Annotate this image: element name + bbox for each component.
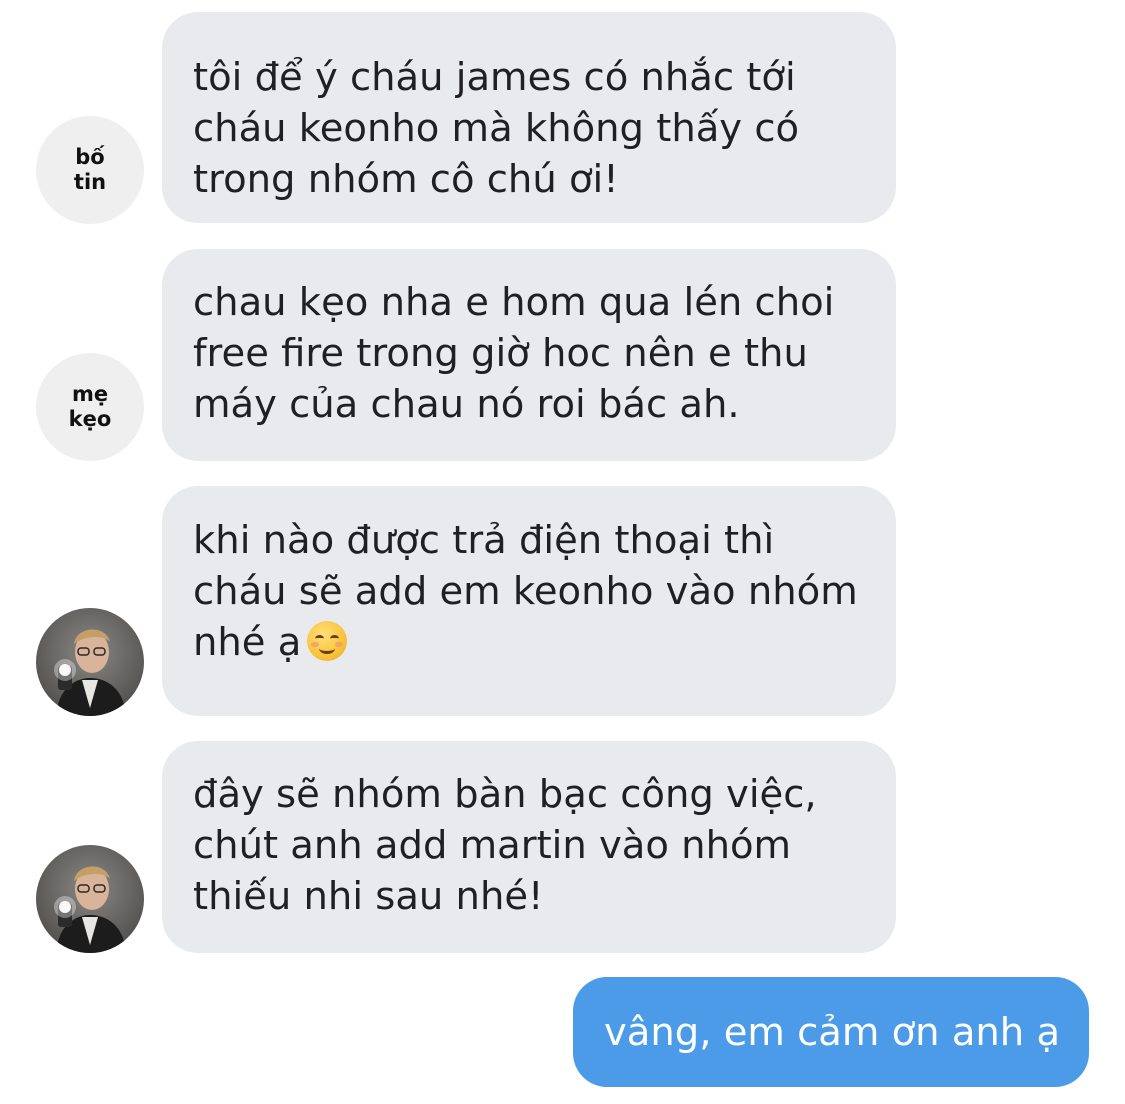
avatar-label: bố tin [73, 145, 107, 194]
profile-photo [36, 608, 144, 716]
message-text: chau kẹo nha e hom qua lén choi free fir… [193, 280, 835, 427]
avatar[interactable] [36, 845, 144, 953]
incoming-message-bubble[interactable]: đây sẽ nhóm bàn bạc công việc, chút anh … [162, 741, 896, 953]
message-text: vâng, em cảm ơn anh ạ [604, 1009, 1061, 1055]
incoming-message-bubble[interactable]: chau kẹo nha e hom qua lén choi free fir… [162, 249, 896, 461]
incoming-message-bubble[interactable]: khi nào được trả điện thoại thì cháu sẽ … [162, 486, 896, 716]
profile-photo [36, 845, 144, 953]
avatar-label: mẹ kẹo [68, 382, 112, 431]
avatar[interactable]: bố tin [36, 116, 144, 224]
message-text: đây sẽ nhóm bàn bạc công việc, chút anh … [193, 772, 817, 919]
incoming-message-bubble[interactable]: tôi để ý cháu james có nhắc tới cháu keo… [162, 12, 896, 223]
outgoing-message-bubble[interactable]: vâng, em cảm ơn anh ạ [573, 977, 1089, 1087]
avatar[interactable]: mẹ kẹo [36, 353, 144, 461]
avatar[interactable] [36, 608, 144, 716]
message-text: tôi để ý cháu james có nhắc tới cháu keo… [193, 55, 800, 202]
message-text-content: khi nào được trả điện thoại thì cháu sẽ … [193, 518, 858, 665]
smiling-face-icon [307, 621, 348, 661]
message-text: khi nào được trả điện thoại thì cháu sẽ … [193, 515, 866, 668]
